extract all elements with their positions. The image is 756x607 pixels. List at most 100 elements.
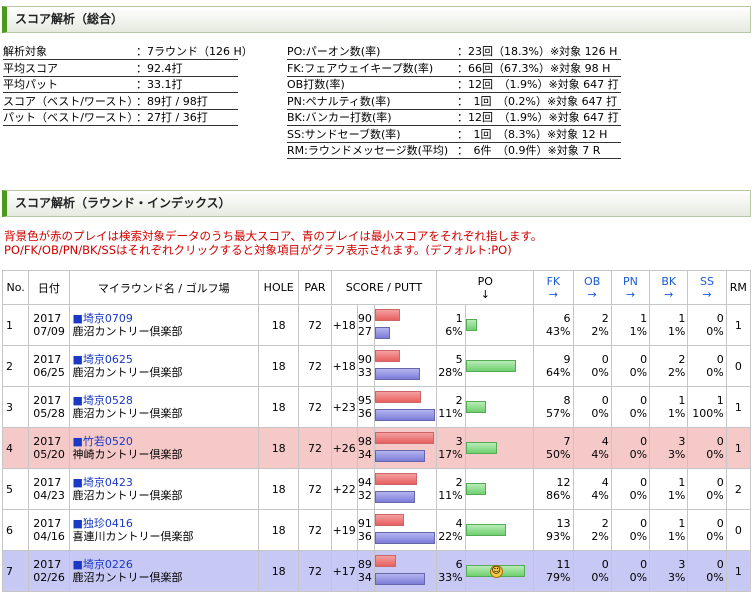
po-percent: 22% xyxy=(438,530,463,543)
summary-row: RM:ラウンドメッセージ数(平均) ： 6件 （0.9件）※対象 7 R xyxy=(287,143,621,159)
row-ob: 0 0% xyxy=(572,550,612,592)
col-fk[interactable]: FK → xyxy=(533,270,574,305)
col-no: No. xyxy=(1,270,30,305)
ss-link[interactable]: SS xyxy=(700,275,714,288)
round-name-link[interactable]: ■埼京0528 xyxy=(73,394,259,407)
fk-percent: 57% xyxy=(546,407,571,420)
row-hole: 18 xyxy=(258,304,300,346)
summary-row: パット（ベスト/ワースト） ：27打 / 36打 xyxy=(3,110,238,126)
fk-link[interactable]: FK xyxy=(547,275,561,288)
smile-icon: ☺ xyxy=(489,565,503,578)
row-pn: 0 0% xyxy=(610,509,651,551)
col-ob[interactable]: OB → xyxy=(572,270,612,305)
row-fk: 6 43% xyxy=(533,304,574,346)
bk-percent: 1% xyxy=(667,407,686,420)
ss-percent: 100% xyxy=(692,407,724,420)
col-ss[interactable]: SS → xyxy=(687,270,727,305)
putt-bar xyxy=(374,532,435,544)
pn-count: 0 xyxy=(640,558,648,571)
bk-arrow-icon: → xyxy=(664,287,674,301)
course-name: 鹿沼カントリー倶楽部 xyxy=(72,571,183,584)
row-round: ■埼京0226 鹿沼カントリー倶楽部 xyxy=(68,550,260,592)
fk-percent: 50% xyxy=(546,448,571,461)
summary-value: ：92.4打 xyxy=(136,61,183,75)
po-percent: 11% xyxy=(438,407,463,420)
bk-link[interactable]: BK xyxy=(661,275,676,288)
row-fk: 9 64% xyxy=(533,345,574,387)
bk-count: 1 xyxy=(678,394,686,407)
row-score-bars xyxy=(373,550,438,592)
course-name: 鹿沼カントリー倶楽部 xyxy=(72,366,183,379)
row-par: 72 xyxy=(298,304,332,346)
row-score-bars xyxy=(373,304,438,346)
ob-link[interactable]: OB xyxy=(584,275,600,288)
ob-count: 0 xyxy=(601,394,609,407)
row-date: 2017 07/09 xyxy=(28,304,70,346)
row-no: 5 xyxy=(1,468,30,510)
row-putt: 36 xyxy=(357,530,372,543)
fk-percent: 79% xyxy=(546,571,571,584)
table-row: 5 2017 04/23 ■埼京0423 鹿沼カントリー倶楽部 18 72 +22 94 32 2 1… xyxy=(1,468,752,510)
summary-value: ： 6件 （0.9件）※対象 7 R xyxy=(457,144,601,157)
row-hole: 18 xyxy=(258,550,300,592)
row-pn: 0 0% xyxy=(610,550,651,592)
summary-value: ： 1回 （0.2%）※対象 647 打 xyxy=(457,94,618,108)
row-round: ■独珍0416 喜連川カントリー倶楽部 xyxy=(68,509,260,551)
round-name-link[interactable]: ■独珍0416 xyxy=(73,517,259,530)
po-bar xyxy=(465,319,477,331)
row-date: 2017 02/26 xyxy=(28,550,70,592)
ob-count: 4 xyxy=(601,476,609,489)
row-par: 72 xyxy=(298,345,332,387)
summary-label: BK:バンカー打数(率) xyxy=(287,111,392,124)
pn-link[interactable]: PN xyxy=(623,275,638,288)
row-putt: 34 xyxy=(357,571,372,584)
pn-percent: 0% xyxy=(629,407,648,420)
fk-arrow-icon: → xyxy=(548,287,558,301)
summary-label: SS:サンドセーブ数(率) xyxy=(287,127,401,141)
fk-count: 6 xyxy=(563,312,571,325)
row-year: 2017 xyxy=(33,476,62,489)
col-bk[interactable]: BK → xyxy=(649,270,689,305)
bk-percent: 1% xyxy=(667,530,686,543)
row-par: 72 xyxy=(298,468,332,510)
col-score: SCORE / PUTT xyxy=(330,270,438,305)
row-diff: +18 xyxy=(330,345,358,387)
bk-count: 3 xyxy=(678,558,686,571)
col-rm: RM xyxy=(725,270,752,305)
summary-label: 平均スコア xyxy=(3,61,58,75)
row-par: 72 xyxy=(298,386,332,428)
row-ss: 0 0% xyxy=(687,427,727,469)
row-ss: 0 0% xyxy=(687,550,727,592)
fk-percent: 64% xyxy=(546,366,571,379)
round-name-link[interactable]: ■埼京0423 xyxy=(73,476,259,489)
row-score-bars xyxy=(373,468,438,510)
note-line-2: PO/FK/OB/PN/BK/SSはそれぞれクリックすると対象項目がグラフ表示さ… xyxy=(4,243,512,257)
row-score: 90 xyxy=(357,312,372,325)
row-hole: 18 xyxy=(258,386,300,428)
ob-count: 0 xyxy=(601,353,609,366)
fk-count: 12 xyxy=(556,476,571,489)
row-pn: 0 0% xyxy=(610,386,651,428)
ob-percent: 0% xyxy=(591,366,609,379)
row-score-putt: 94 32 xyxy=(356,468,375,510)
round-name-link[interactable]: ■竹若0520 xyxy=(73,435,259,448)
pn-percent: 0% xyxy=(629,366,648,379)
round-name-link[interactable]: ■埼京0709 xyxy=(73,312,259,325)
col-pn[interactable]: PN → xyxy=(610,270,651,305)
row-pn: 0 0% xyxy=(610,345,651,387)
row-score-bars xyxy=(373,386,438,428)
row-ob: 0 0% xyxy=(572,345,612,387)
summary-row: 平均スコア ：92.4打 xyxy=(3,61,238,77)
row-bk: 1 1% xyxy=(649,304,689,346)
summary-row: 平均パット ：33.1打 xyxy=(3,77,238,93)
ss-count: 0 xyxy=(716,558,724,571)
summary-row: PO:パーオン数(率) ：23回（18.3%）※対象 126 H xyxy=(287,44,621,60)
bk-count: 3 xyxy=(678,435,686,448)
col-po[interactable]: PO ↓ xyxy=(436,270,535,305)
round-name-link[interactable]: ■埼京0625 xyxy=(73,353,259,366)
row-putt: 27 xyxy=(357,325,372,338)
round-name-link[interactable]: ■埼京0226 xyxy=(73,558,259,571)
row-rm: 0 xyxy=(725,345,752,387)
section-header-summary: スコア解析（総合） xyxy=(2,6,751,33)
ss-percent: 0% xyxy=(706,325,724,338)
